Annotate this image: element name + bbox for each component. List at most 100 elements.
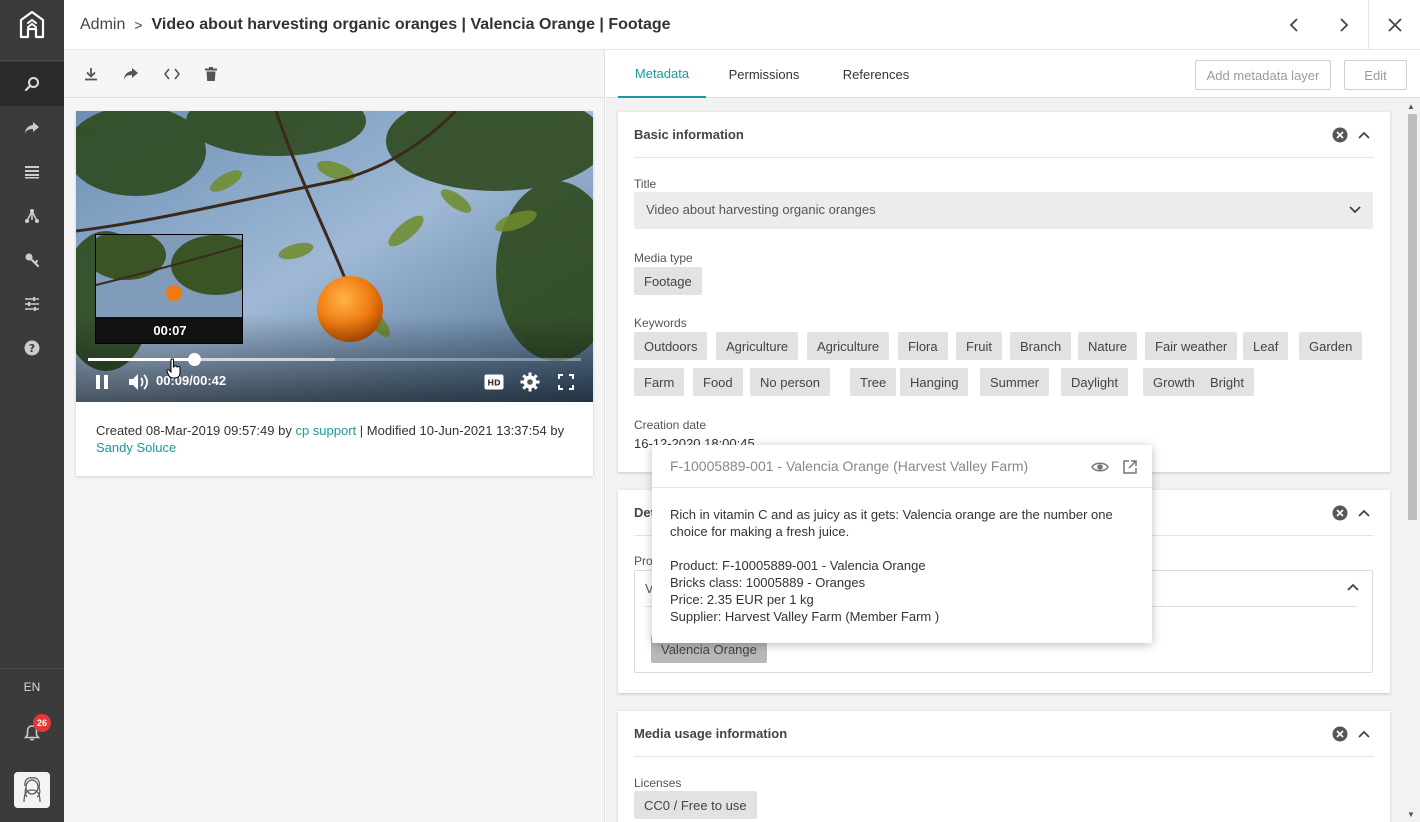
keyword-chip[interactable]: Farm: [634, 368, 685, 396]
popover-title: F-10005889-001 - Valencia Orange (Harves…: [670, 458, 1029, 474]
sidebar-divider: [0, 668, 64, 669]
sliders-icon: [25, 297, 39, 311]
key-icon: [25, 253, 40, 268]
keyword-chip[interactable]: Leaf: [1243, 332, 1289, 360]
keyword-chip[interactable]: Agriculture: [716, 332, 799, 360]
volume-icon: [129, 374, 148, 390]
embed-code-button[interactable]: [157, 62, 187, 86]
keyword-chip[interactable]: Daylight: [1061, 368, 1128, 396]
close-circle-icon: [1332, 505, 1348, 521]
close-circle-icon: [1332, 127, 1348, 143]
keyword-chip[interactable]: Hanging: [900, 368, 969, 396]
user-avatar[interactable]: [14, 772, 50, 808]
add-metadata-layer-button[interactable]: Add metadata layer: [1195, 60, 1331, 90]
popover-supplier: Supplier: Harvest Valley Farm (Member Fa…: [670, 609, 940, 624]
collapse-section-button[interactable]: [1356, 127, 1372, 143]
sidebar-item-search[interactable]: [0, 62, 64, 106]
keywords-label: Keywords: [634, 316, 687, 330]
hierarchy-icon: [25, 209, 39, 223]
previous-button[interactable]: [1269, 0, 1319, 50]
keyword-chip[interactable]: Tree: [850, 368, 897, 396]
next-button[interactable]: [1319, 0, 1369, 50]
scroll-down-icon[interactable]: ▼: [1407, 810, 1415, 819]
chevron-up-icon: [1358, 509, 1370, 517]
keyword-chip[interactable]: Bright: [1200, 368, 1254, 396]
close-button[interactable]: [1370, 0, 1420, 50]
hand-cursor-icon: [166, 358, 181, 379]
license-chip[interactable]: CC0 / Free to use: [634, 791, 757, 819]
sidebar-item-share[interactable]: [0, 106, 64, 150]
close-icon: [1388, 18, 1402, 32]
created-by-link[interactable]: cp support: [295, 423, 356, 438]
keyword-chip[interactable]: Food: [693, 368, 743, 396]
video-player[interactable]: 00:07 00:09/00:42 HD: [76, 111, 593, 402]
keyword-chip[interactable]: No person: [750, 368, 830, 396]
tabs-bar: Metadata Permissions References Add meta…: [606, 50, 1420, 98]
card-title: Media usage information: [634, 726, 788, 741]
edit-button[interactable]: Edit: [1344, 60, 1407, 90]
sidebar: ? EN 26: [0, 0, 64, 822]
page-title: Video about harvesting organic oranges |…: [151, 16, 671, 33]
settings-button[interactable]: [518, 370, 542, 394]
sidebar-item-help[interactable]: ?: [0, 326, 64, 370]
keyword-chip[interactable]: Fair weather: [1145, 332, 1238, 360]
chevron-up-icon[interactable]: [1346, 581, 1360, 593]
sidebar-item-hierarchy[interactable]: [0, 194, 64, 238]
breadcrumb-separator: >: [134, 17, 143, 33]
popover-spacer: [670, 540, 1130, 557]
card-title: Basic information: [634, 127, 744, 142]
remove-section-button[interactable]: [1332, 127, 1348, 143]
remove-section-button[interactable]: [1332, 505, 1348, 521]
modified-by-link[interactable]: Sandy Soluce: [96, 440, 176, 455]
share-button[interactable]: [116, 62, 146, 86]
share-icon: [124, 68, 138, 80]
scrollbar-thumb[interactable]: [1408, 114, 1417, 520]
collapse-section-button[interactable]: [1356, 505, 1372, 521]
breadcrumb-admin[interactable]: Admin: [80, 16, 125, 34]
keyword-chip[interactable]: Flora: [898, 332, 948, 360]
volume-button[interactable]: [126, 370, 152, 394]
remove-section-button[interactable]: [1332, 726, 1348, 742]
title-select[interactable]: Video about harvesting organic oranges: [634, 192, 1373, 229]
view-button[interactable]: [1090, 457, 1110, 477]
media-type-chip[interactable]: Footage: [634, 267, 702, 295]
seek-bar[interactable]: [88, 353, 581, 366]
chevron-left-icon: [1289, 18, 1298, 32]
tab-references[interactable]: References: [828, 50, 924, 98]
scroll-up-icon[interactable]: ▲: [1407, 102, 1415, 111]
delete-button[interactable]: [196, 62, 226, 86]
external-link-icon: [1123, 460, 1137, 474]
sidebar-item-key[interactable]: [0, 238, 64, 282]
logo-icon: [19, 10, 45, 39]
fullscreen-button[interactable]: [555, 370, 577, 394]
keyword-chip[interactable]: Branch: [1010, 332, 1072, 360]
collapse-section-button[interactable]: [1356, 726, 1372, 742]
modified-text: | Modified 10-Jun-2021 13:37:54 by: [356, 423, 565, 438]
keyword-chip[interactable]: Nature: [1078, 332, 1138, 360]
sidebar-item-settings[interactable]: [0, 282, 64, 326]
card-header[interactable]: Media usage information: [634, 711, 1374, 757]
sidebar-item-list[interactable]: [0, 150, 64, 194]
keyword-chip[interactable]: Agriculture: [807, 332, 890, 360]
card-header[interactable]: Basic information: [634, 112, 1374, 158]
keyword-chip[interactable]: Fruit: [956, 332, 1002, 360]
top-header: Admin > Video about harvesting organic o…: [64, 0, 1420, 50]
search-icon: [24, 77, 39, 92]
app-logo[interactable]: [0, 0, 64, 50]
popover-body: Rich in vitamin C and as juicy as it get…: [670, 506, 1130, 625]
keyword-chip[interactable]: Summer: [980, 368, 1050, 396]
keyword-chip[interactable]: Garden: [1299, 332, 1363, 360]
pause-button[interactable]: [92, 370, 112, 394]
hd-toggle-button[interactable]: HD: [483, 370, 505, 394]
tab-permissions[interactable]: Permissions: [714, 50, 814, 98]
download-button[interactable]: [76, 62, 106, 86]
keyword-chip[interactable]: Growth: [1143, 368, 1205, 396]
scrollbar[interactable]: ▲ ▼: [1405, 102, 1419, 822]
language-switcher[interactable]: EN: [0, 680, 64, 694]
tab-metadata[interactable]: Metadata: [618, 50, 706, 98]
keyword-chip[interactable]: Outdoors: [634, 332, 708, 360]
sidebar-divider: [0, 60, 64, 61]
licenses-label: Licenses: [634, 776, 682, 790]
open-external-button[interactable]: [1120, 457, 1140, 477]
seek-handle[interactable]: [187, 353, 201, 366]
